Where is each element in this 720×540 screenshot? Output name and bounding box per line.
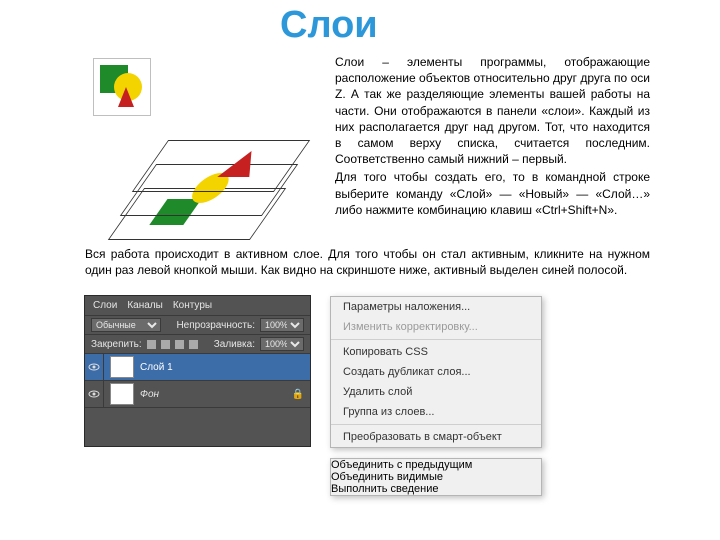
opacity-select[interactable]: 100% xyxy=(260,318,304,332)
ctx-blending-options[interactable]: Параметры наложения... xyxy=(331,297,541,317)
tab-paths[interactable]: Контуры xyxy=(173,300,212,311)
ctx-copy-css[interactable]: Копировать CSS xyxy=(331,342,541,362)
ctx-convert-smart-object[interactable]: Преобразовать в смарт-объект xyxy=(331,427,541,447)
ctx-delete-layer[interactable]: Удалить слой xyxy=(331,382,541,402)
blend-mode-select[interactable]: Обычные xyxy=(91,318,161,332)
layer-row-active[interactable]: Слой 1 xyxy=(85,354,310,381)
intro-paragraph-1: Слои – элементы программы, отображающие … xyxy=(335,54,650,167)
layer-thumbnail xyxy=(110,356,134,378)
lock-position-icon[interactable] xyxy=(175,340,184,349)
lock-transparency-icon[interactable] xyxy=(147,340,156,349)
ctx-flatten[interactable]: Выполнить сведение xyxy=(331,483,541,495)
context-menu-merge: Объединить с предыдущим Объединить видим… xyxy=(330,458,542,496)
ctx-edit-adjustment: Изменить корректировку... xyxy=(331,317,541,337)
layer-name: Слой 1 xyxy=(140,362,173,373)
lock-all-icon[interactable] xyxy=(189,340,198,349)
panel-tabs: Слои Каналы Контуры xyxy=(85,296,310,316)
layer-name: Фон xyxy=(140,389,159,400)
visibility-toggle-icon[interactable] xyxy=(85,381,104,407)
ctx-duplicate-layer[interactable]: Создать дубликат слоя... xyxy=(331,362,541,382)
separator xyxy=(331,424,541,425)
page-title: Слои xyxy=(280,6,378,44)
separator xyxy=(331,339,541,340)
intro-paragraph-2: Для того чтобы создать его, то в командн… xyxy=(335,169,650,218)
layer-row-background[interactable]: Фон 🔒 xyxy=(85,381,310,408)
ctx-group-from-layers[interactable]: Группа из слоев... xyxy=(331,402,541,422)
ctx-merge-down[interactable]: Объединить с предыдущим xyxy=(331,459,541,471)
visibility-toggle-icon[interactable] xyxy=(85,354,104,380)
lock-pixels-icon[interactable] xyxy=(161,340,170,349)
fill-label: Заливка: xyxy=(214,339,255,350)
context-menu: Параметры наложения... Изменить корректи… xyxy=(330,296,542,448)
body-paragraph: Вся работа происходит в активном слое. Д… xyxy=(85,246,650,278)
ctx-merge-visible[interactable]: Объединить видимые xyxy=(331,471,541,483)
layer-stack-illustration xyxy=(110,130,320,240)
opacity-label: Непрозрачность: xyxy=(176,320,255,331)
tab-channels[interactable]: Каналы xyxy=(127,300,163,311)
intro-text: Слои – элементы программы, отображающие … xyxy=(335,54,650,218)
layer-thumbnail xyxy=(110,383,134,405)
lock-icon: 🔒 xyxy=(292,389,304,400)
lock-label: Закрепить: xyxy=(91,339,142,350)
layers-composite-icon xyxy=(93,58,151,116)
fill-select[interactable]: 100% xyxy=(260,337,304,351)
layers-panel: Слои Каналы Контуры Обычные Непрозрачнос… xyxy=(85,296,310,446)
tab-layers[interactable]: Слои xyxy=(93,300,117,311)
